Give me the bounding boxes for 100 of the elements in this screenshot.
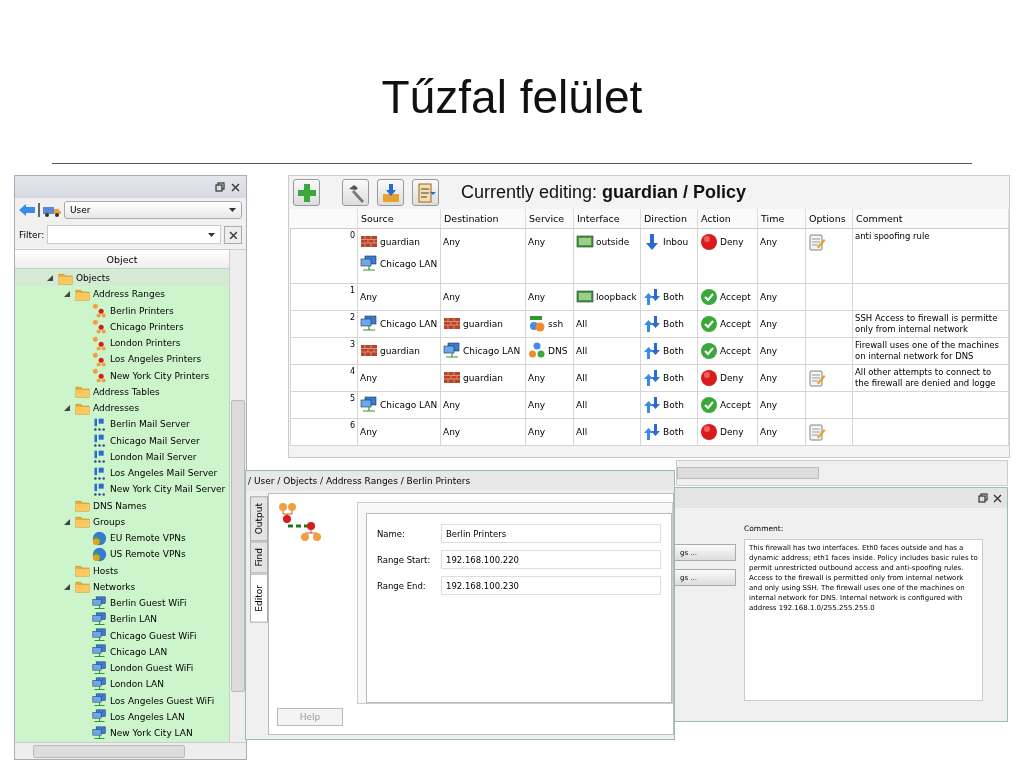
double-arrow-icon [643,369,661,387]
cell-text: Chicago LAN [380,259,438,269]
cell-text: Any [760,346,778,356]
tree-item[interactable]: Chicago Guest WiFi [110,630,197,641]
folder-icon [75,563,90,579]
column-header[interactable]: Source [357,209,441,229]
side-tab[interactable]: Editor [250,573,268,623]
cell-text: Both [663,292,684,302]
tree-item[interactable]: Berlin Mail Server [110,419,190,430]
side-tab[interactable]: Find [250,541,268,574]
filter-field[interactable] [47,225,221,244]
cell-text: Deny [720,373,744,383]
tree-item[interactable]: Networks [93,581,136,592]
tree-item[interactable]: Chicago Printers [110,321,184,332]
toolbar-button[interactable] [342,179,369,206]
tree-item[interactable]: London Guest WiFi [110,663,194,674]
cell-text: Both [663,346,684,356]
restore-icon[interactable] [215,182,225,192]
tree-item[interactable]: Los Angeles Printers [110,354,202,365]
expand-arrow-icon[interactable] [47,275,53,282]
column-header[interactable]: Time [757,209,806,229]
horizontal-scrollbar[interactable] [15,742,246,759]
library-dropdown[interactable]: User [64,201,242,219]
check-circle-icon [700,342,718,360]
input-field[interactable]: 192.168.100.230 [441,576,661,595]
tree-item[interactable]: Berlin Printers [110,305,174,316]
slide-title: Tűzfal felület [381,70,643,124]
vertical-scrollbar[interactable] [229,250,246,742]
expand-arrow-icon[interactable] [64,583,70,590]
tree-item[interactable]: London Mail Server [110,451,197,462]
column-header[interactable]: Options [805,209,853,229]
tree-item[interactable]: Los Angeles Guest WiFi [110,695,215,706]
tree-item[interactable]: Address Ranges [93,289,165,300]
tree-item[interactable]: London Printers [110,338,181,349]
cell-text: Any [760,319,778,329]
tree-item[interactable]: Addresses [93,403,140,414]
tree-item[interactable]: Chicago LAN [110,646,168,657]
tree-item[interactable]: Hosts [93,565,119,576]
expand-arrow-icon[interactable] [64,518,70,525]
clear-filter-button[interactable] [224,225,242,244]
expand-arrow-icon[interactable] [64,405,70,412]
nodes-icon [92,303,107,319]
column-header[interactable]: Comment [852,209,1009,229]
filter-label: Filter: [19,229,45,240]
tree-item[interactable]: Address Tables [93,386,160,397]
tree-item[interactable]: New York City Mail Server [110,484,226,495]
tree-item[interactable]: Chicago Mail Server [110,435,200,446]
input-field[interactable]: 192.168.100.220 [441,550,661,569]
column-header[interactable]: Object [15,250,229,269]
cell-text: Inbou [663,237,689,247]
plus-icon [296,182,317,203]
toolbar-button[interactable] [377,179,404,206]
rule-comment: anti spoofing rule [855,231,931,242]
toolbar-button[interactable] [412,179,439,206]
caret-icon [229,208,236,212]
toolbar-button[interactable] [293,179,320,206]
globe-icon [92,546,107,562]
cell-text: guardian [463,319,503,329]
column-header[interactable]: Direction [640,209,698,229]
tree-item[interactable]: US Remote VPNs [110,549,186,560]
computer-icon [92,709,107,725]
cell-text: Any [443,427,461,437]
back-arrow-icon[interactable] [19,204,35,216]
cell-text: Both [663,427,684,437]
column-header[interactable]: Destination [440,209,526,229]
expand-arrow-icon[interactable] [64,291,70,298]
tree-item[interactable]: EU Remote VPNs [110,533,186,544]
cell-text: Any [443,400,461,410]
cell-text: Any [528,400,546,410]
cell-text: Any [443,237,461,247]
column-header[interactable]: Action [697,209,758,229]
tree-item[interactable]: DNS Names [93,500,147,511]
tree-item[interactable]: Los Angeles LAN [110,711,185,722]
cell-text: Deny [720,427,744,437]
tree-item[interactable]: Berlin LAN [110,614,158,625]
close-icon[interactable] [231,182,240,192]
cell-text: Any [528,292,546,302]
nodes-icon [92,319,107,335]
row-number: 4 [349,367,355,376]
globe-icon [92,530,107,546]
column-header[interactable]: Service [525,209,574,229]
tree-item[interactable]: London LAN [110,679,164,690]
rule-comment: Firewall uses one of the machines on internal network for DNS [855,340,1000,362]
tree-item[interactable]: Objects [76,273,110,284]
tree-item[interactable]: New York City Printers [110,370,210,381]
tree-item[interactable]: Groups [93,516,126,527]
toolbar-separator-icon [38,203,40,217]
tree-item[interactable]: Los Angeles Mail Server [110,468,218,479]
input-field[interactable]: Berlin Printers [441,524,661,543]
horizontal-scrollbar[interactable] [676,460,1008,486]
side-tab[interactable]: Output [250,496,268,542]
cell-text: All [576,373,588,383]
tree-item[interactable]: New York City LAN [110,728,193,739]
close-icon[interactable] [993,493,1002,503]
cell-text: outside [596,237,630,247]
restore-icon[interactable] [978,493,988,503]
column-header[interactable]: Interface [573,209,641,229]
rule-comment: All other attempts to connect to the firewall are denied and logge [855,367,997,389]
double-arrow-icon [643,288,661,306]
tree-item[interactable]: Berlin Guest WiFi [110,598,187,609]
